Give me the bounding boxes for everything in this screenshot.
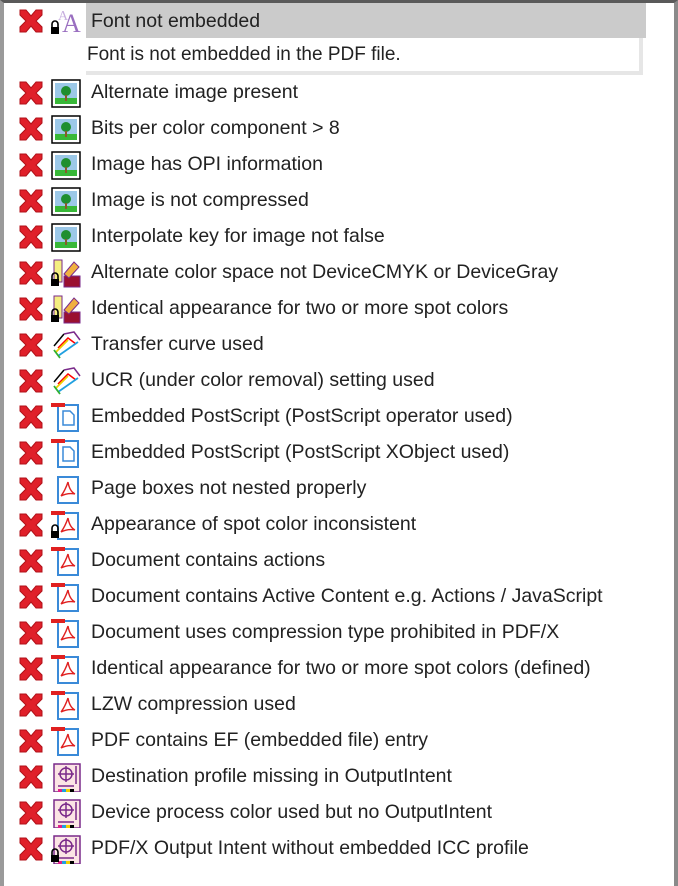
result-row[interactable]: Embedded PostScript (PostScript operator… [4,398,674,434]
result-label: Font not embedded [86,3,646,38]
result-label: Identical appearance for two or more spo… [91,657,591,679]
result-label: PDF contains EF (embedded file) entry [91,729,429,751]
result-label: Page boxes not nested properly [91,477,367,499]
colorspace-icon [50,294,82,324]
pdf-icon [50,510,82,540]
result-label: Device process color used but no OutputI… [91,801,493,823]
result-label: Image is not compressed [91,189,309,211]
result-label: Alternate image present [91,81,299,103]
image-icon [50,222,82,252]
error-icon [16,368,46,394]
result-row[interactable]: PDF/X Output Intent without embedded ICC… [4,830,674,866]
result-row[interactable]: Document contains actions [4,542,674,578]
output-intent-icon [50,834,82,865]
result-row[interactable]: PDF contains EF (embedded file) entry [4,722,674,758]
pdf-icon [50,546,82,576]
result-row[interactable]: Identical appearance for two or more spo… [4,650,674,686]
result-row[interactable]: Document contains Active Content e.g. Ac… [4,578,674,614]
result-row[interactable]: Appearance of spot color inconsistent [4,506,674,542]
image-icon [50,114,82,144]
result-label: Document uses compression type prohibite… [91,621,560,643]
result-detail: Font is not embedded in the PDF file. [86,38,643,75]
result-label: PDF/X Output Intent without embedded ICC… [91,837,529,859]
result-row[interactable]: Image has OPI information [4,146,674,182]
image-icon [50,78,82,108]
result-label: Embedded PostScript (PostScript XObject … [91,441,510,463]
result-label: Destination profile missing in OutputInt… [91,765,452,787]
colorspace-icon [50,258,82,288]
error-icon [16,692,46,718]
error-icon [16,728,46,754]
result-label: UCR (under color removal) setting used [91,369,435,391]
result-label: Transfer curve used [91,333,264,355]
error-icon [16,656,46,682]
result-row[interactable]: LZW compression used [4,686,674,722]
result-row[interactable]: Identical appearance for two or more spo… [4,290,674,326]
result-row[interactable]: Alternate color space not DeviceCMYK or … [4,254,674,290]
result-row[interactable]: Device process color used but no OutputI… [4,794,674,830]
curve-icon [50,330,82,360]
pdf-icon [50,474,82,504]
result-label: Bits per color component > 8 [91,117,340,139]
pdf-icon [50,690,82,720]
pdf-icon [50,618,82,648]
error-icon [16,836,46,862]
error-icon [16,440,46,466]
error-icon [16,80,46,106]
result-label: Alternate color space not DeviceCMYK or … [91,261,559,283]
result-label: Embedded PostScript (PostScript operator… [91,405,513,427]
error-icon [16,188,46,214]
error-icon [16,764,46,790]
result-row[interactable]: UCR (under color removal) setting used [4,362,674,398]
result-row[interactable]: Alternate image present [4,74,674,110]
error-icon [16,260,46,286]
error-icon [16,620,46,646]
curve-icon [50,366,82,396]
pdf-icon [50,726,82,756]
result-row-selected[interactable]: A A Font not embedded [4,2,674,38]
error-icon [16,152,46,178]
result-label: Image has OPI information [91,153,323,175]
error-icon [16,404,46,430]
result-row[interactable]: Document uses compression type prohibite… [4,614,674,650]
error-icon [16,512,46,538]
output-intent-icon [50,798,82,829]
font-icon: AA [50,6,82,38]
result-label: LZW compression used [91,693,296,715]
image-icon [50,150,82,180]
result-label: Identical appearance for two or more spo… [91,297,509,319]
error-icon [16,296,46,322]
error-icon [16,548,46,574]
pdf-icon [50,582,82,612]
result-row[interactable]: Transfer curve used [4,326,674,362]
result-label: Document contains actions [91,549,326,571]
postscript-icon [50,402,82,432]
result-label: Appearance of spot color inconsistent [91,513,417,535]
error-icon [16,800,46,826]
output-intent-icon [50,762,82,793]
result-label: Interpolate key for image not false [91,225,385,247]
result-row[interactable]: Page boxes not nested properly [4,470,674,506]
result-row[interactable]: Image is not compressed [4,182,674,218]
error-icon [16,224,46,250]
result-label: Document contains Active Content e.g. Ac… [91,585,603,607]
pdf-icon [50,654,82,684]
result-row[interactable]: Interpolate key for image not false [4,218,674,254]
postscript-icon [50,438,82,468]
error-icon [16,116,46,142]
error-icon [16,332,46,358]
error-icon [16,584,46,610]
image-icon [50,186,82,216]
result-row[interactable]: Destination profile missing in OutputInt… [4,758,674,794]
result-row[interactable]: Embedded PostScript (PostScript XObject … [4,434,674,470]
error-icon [16,8,46,34]
error-icon [16,476,46,502]
result-row[interactable]: Bits per color component > 8 [4,110,674,146]
svg-text:A: A [58,9,69,24]
